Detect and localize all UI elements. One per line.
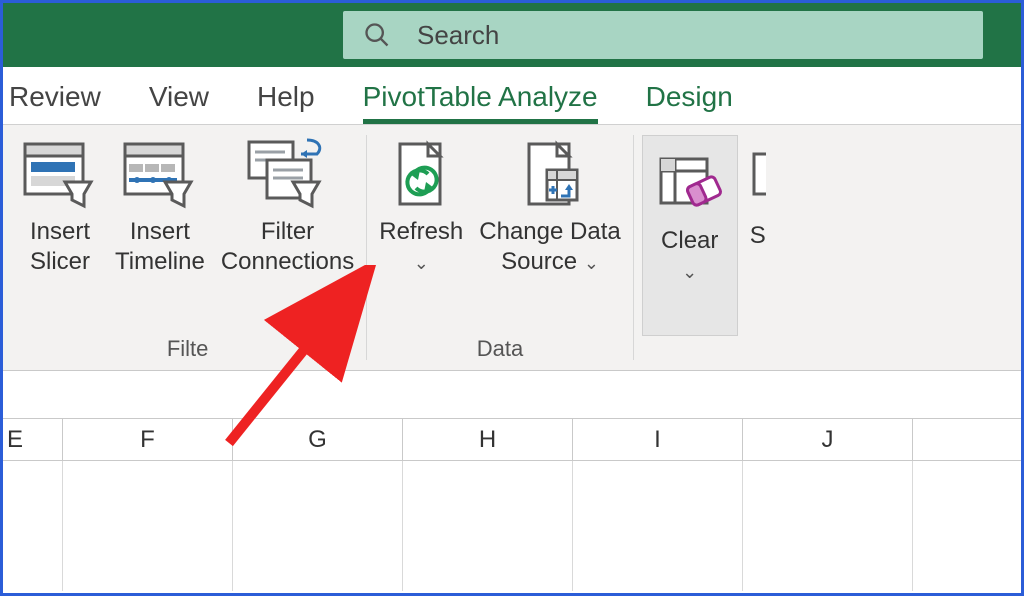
cell-grid[interactable] (3, 461, 1021, 591)
group-actions: Clear ⌄ S (634, 125, 774, 370)
col-header[interactable]: H (403, 419, 573, 460)
change-data-source-icon (515, 135, 585, 213)
col-header[interactable]: F (63, 419, 233, 460)
filter-connections-icon (245, 135, 331, 213)
refresh-button[interactable]: Refresh ⌄ (375, 131, 467, 336)
tab-review[interactable]: Review (9, 81, 101, 124)
chevron-down-icon: ⌄ (584, 253, 599, 273)
insert-slicer-button[interactable]: Insert Slicer (17, 131, 103, 336)
tab-view[interactable]: View (149, 81, 209, 124)
title-bar: Search (3, 3, 1021, 67)
col-header[interactable]: G (233, 419, 403, 460)
search-placeholder: Search (417, 20, 499, 51)
select-button-partial[interactable]: S (746, 135, 766, 336)
clear-icon (655, 144, 725, 222)
insert-timeline-button[interactable]: Insert Timeline (111, 131, 209, 336)
ribbon: Insert Slicer (3, 125, 1021, 371)
timeline-icon (121, 135, 199, 213)
search-icon (363, 21, 391, 49)
slicer-icon (21, 135, 99, 213)
tab-pivottable-analyze[interactable]: PivotTable Analyze (363, 81, 598, 124)
search-box[interactable]: Search (343, 11, 983, 59)
column-headers: E F G H I J (3, 419, 1021, 461)
clear-button[interactable]: Clear ⌄ (642, 135, 738, 336)
change-data-source-button[interactable]: Change Data Source ⌄ (475, 131, 624, 336)
refresh-icon (386, 135, 456, 213)
tab-design[interactable]: Design (646, 81, 733, 124)
group-label-data: Data (477, 336, 523, 366)
chevron-down-icon: ⌄ (682, 262, 697, 282)
select-icon (750, 139, 766, 217)
col-header[interactable]: E (3, 419, 63, 460)
chevron-down-icon: ⌄ (414, 253, 429, 273)
formula-bar[interactable] (3, 371, 1021, 419)
filter-connections-button[interactable]: Filter Connections (217, 131, 358, 336)
group-filter: Insert Slicer (3, 125, 366, 370)
col-header[interactable]: J (743, 419, 913, 460)
group-label-filter: Filte (167, 336, 209, 366)
tab-help[interactable]: Help (257, 81, 315, 124)
col-header[interactable]: I (573, 419, 743, 460)
group-data: Refresh ⌄ Change Data Source ⌄ (367, 125, 632, 370)
ribbon-tabs: Review View Help PivotTable Analyze Desi… (3, 67, 1021, 125)
